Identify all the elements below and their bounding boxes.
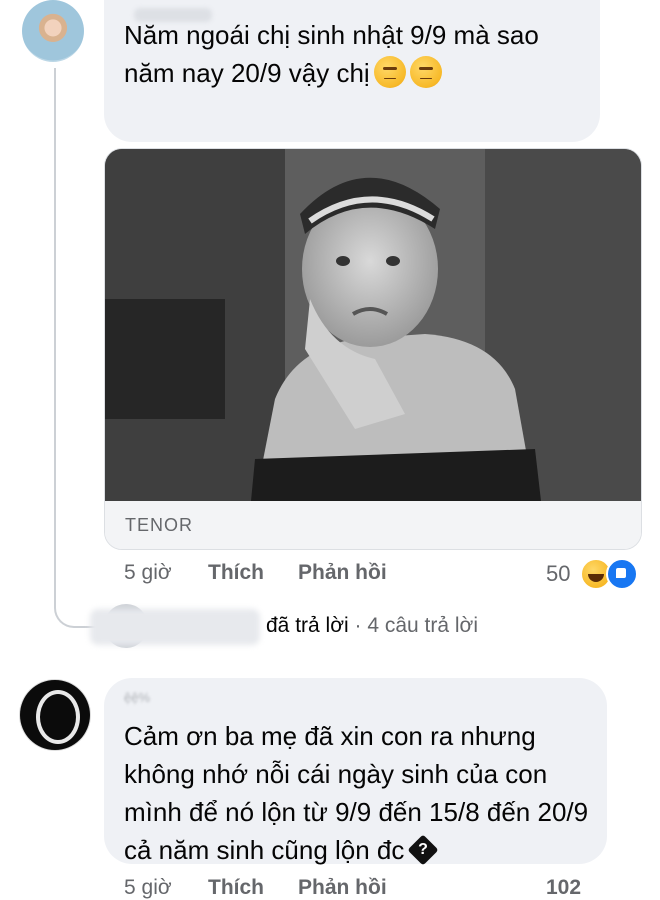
commenter-avatar[interactable] — [22, 0, 84, 62]
thinking-face-icon — [409, 56, 442, 88]
avatar-ring — [36, 690, 80, 744]
reaction-count[interactable]: 50 — [546, 561, 570, 587]
reply-action-text: đã trả lời — [266, 614, 349, 637]
gif-footer: TENOR — [105, 501, 641, 549]
commenter-avatar[interactable] — [20, 680, 90, 750]
replier-name-blurred[interactable] — [90, 609, 260, 645]
comment-text: Cảm ơn ba mẹ đã xin con ra nhưng không n… — [124, 717, 594, 869]
question-glyph: ? — [418, 841, 429, 858]
thread-line — [54, 68, 56, 588]
gif-attachment[interactable]: TENOR — [104, 148, 642, 550]
comment-text-content: Năm ngoái chị sinh nhật 9/9 mà sao năm n… — [124, 20, 539, 88]
like-reaction-icon[interactable] — [606, 558, 638, 590]
separator-dot: · — [354, 614, 362, 637]
gif-image — [105, 149, 641, 501]
reply-button[interactable]: Phản hồi — [298, 876, 387, 900]
comment-time[interactable]: 5 giờ — [124, 561, 172, 585]
question-diamond-icon: ? — [407, 834, 439, 866]
view-replies-link[interactable]: đã trả lời · 4 câu trả lời — [266, 614, 478, 638]
thinking-face-icon — [373, 56, 406, 88]
reaction-count[interactable]: 102 — [546, 876, 581, 900]
comment-text-content: Cảm ơn ba mẹ đã xin con ra nhưng không n… — [124, 721, 589, 865]
comment-time[interactable]: 5 giờ — [124, 876, 172, 900]
comment-bubble: ệệ% Cảm ơn ba mẹ đã xin con ra nhưng khô… — [104, 678, 607, 866]
gif-source-label: TENOR — [125, 515, 193, 535]
like-button[interactable]: Thích — [208, 561, 264, 585]
comment-bubble: Năm ngoái chị sinh nhật 9/9 mà sao năm n… — [104, 0, 600, 142]
reply-button[interactable]: Phản hồi — [298, 561, 387, 585]
commenter-name-blurred[interactable]: ệệ% — [124, 690, 150, 705]
comment-text: Năm ngoái chị sinh nhật 9/9 mà sao năm n… — [124, 16, 594, 92]
reply-count: 4 câu trả lời — [367, 614, 478, 637]
like-button[interactable]: Thích — [208, 876, 264, 900]
